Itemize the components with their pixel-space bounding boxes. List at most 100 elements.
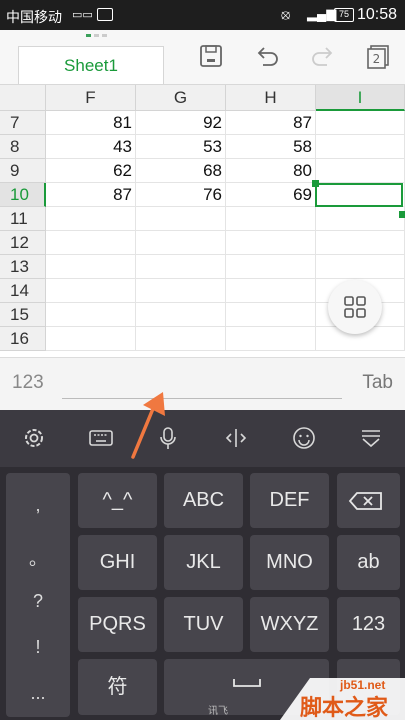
cell[interactable]: 92	[136, 111, 226, 135]
hide-keyboard-icon[interactable]	[357, 424, 385, 452]
undo-icon[interactable]	[253, 42, 281, 70]
punctuation-ellipsis[interactable]: ...	[6, 683, 70, 704]
cell[interactable]	[136, 327, 226, 351]
row-header[interactable]: 9	[0, 159, 46, 183]
key-jkl[interactable]: JKL	[164, 535, 243, 590]
sheets-count-icon[interactable]: 2	[364, 42, 392, 70]
cell[interactable]	[226, 327, 316, 351]
column-header-i[interactable]: I	[316, 85, 405, 111]
column-header-h[interactable]: H	[226, 85, 316, 111]
row-header[interactable]: 15	[0, 303, 46, 327]
cell[interactable]	[316, 111, 405, 135]
selected-cell-outline[interactable]	[315, 183, 403, 207]
key-wxyz[interactable]: WXYZ	[250, 597, 329, 652]
cell[interactable]	[316, 231, 405, 255]
signal-icon: ▂▄▆	[307, 6, 337, 21]
cell[interactable]: 68	[136, 159, 226, 183]
cell[interactable]	[226, 207, 316, 231]
punctuation-exclaim[interactable]: !	[6, 637, 70, 658]
cell[interactable]	[46, 303, 136, 327]
tab-key[interactable]: Tab	[362, 372, 393, 394]
backspace-icon	[348, 492, 382, 510]
carrier-label: 中国移动	[6, 9, 62, 25]
number-mode-toggle[interactable]: 123	[12, 372, 44, 394]
cell[interactable]: 62	[46, 159, 136, 183]
keyboard-brand-label: 讯飞	[208, 706, 228, 717]
row-header[interactable]: 14	[0, 279, 46, 303]
cell[interactable]	[226, 231, 316, 255]
cell[interactable]: 69	[226, 183, 316, 207]
row-header[interactable]: 11	[0, 207, 46, 231]
key-def[interactable]: DEF	[250, 473, 329, 528]
key-symbols[interactable]: 符	[78, 659, 157, 715]
row-header-selected[interactable]: 10	[0, 183, 46, 207]
cell[interactable]	[226, 255, 316, 279]
key-ab-switch[interactable]: ab	[337, 535, 400, 590]
cell[interactable]: 87	[46, 183, 136, 207]
cell[interactable]	[46, 279, 136, 303]
microphone-icon[interactable]	[154, 424, 182, 452]
key-tuv[interactable]: TUV	[164, 597, 243, 652]
watermark-name: 脚本之家	[300, 695, 389, 720]
key-mno[interactable]: MNO	[250, 535, 329, 590]
emoji-icon[interactable]	[290, 424, 318, 452]
cell[interactable]	[136, 303, 226, 327]
cell[interactable]: 80	[226, 159, 316, 183]
punctuation-period[interactable]: 。	[6, 545, 70, 571]
formula-input-bar: 123 Tab	[0, 357, 405, 410]
top-toolbar: Sheet1 2	[0, 30, 405, 85]
cell[interactable]	[46, 231, 136, 255]
row-header[interactable]: 13	[0, 255, 46, 279]
cell[interactable]	[316, 135, 405, 159]
cell[interactable]	[136, 279, 226, 303]
cursor-move-icon[interactable]	[222, 424, 250, 452]
keyboard-icon[interactable]	[87, 424, 115, 452]
cell[interactable]	[46, 327, 136, 351]
column-header-f[interactable]: F	[46, 85, 136, 111]
punctuation-column[interactable]: , 。 ? ! ...	[6, 473, 70, 717]
image-icon	[97, 8, 113, 21]
corner-cell[interactable]	[0, 85, 46, 111]
svg-text:2: 2	[373, 52, 381, 66]
cell[interactable]	[136, 255, 226, 279]
cell[interactable]	[226, 279, 316, 303]
settings-gear-icon[interactable]	[20, 424, 48, 452]
cell[interactable]: 87	[226, 111, 316, 135]
mute-icon: ⦻	[281, 6, 291, 22]
redo-icon[interactable]	[309, 42, 337, 70]
cell[interactable]	[316, 255, 405, 279]
cell[interactable]	[316, 159, 405, 183]
key-123-switch[interactable]: 123	[337, 597, 400, 652]
cell[interactable]	[136, 207, 226, 231]
tab-sheet1[interactable]: Sheet1	[18, 46, 164, 84]
row-header[interactable]: 12	[0, 231, 46, 255]
cell[interactable]: 58	[226, 135, 316, 159]
cell[interactable]	[136, 231, 226, 255]
key-ghi[interactable]: GHI	[78, 535, 157, 590]
punctuation-comma[interactable]: ,	[6, 495, 70, 516]
cell[interactable]: 43	[46, 135, 136, 159]
row-header[interactable]: 16	[0, 327, 46, 351]
cell[interactable]	[46, 207, 136, 231]
key-pqrs[interactable]: PQRS	[78, 597, 157, 652]
punctuation-question[interactable]: ?	[6, 591, 70, 612]
grid-icon	[344, 296, 366, 318]
input-field[interactable]	[62, 398, 342, 399]
grid-menu-button[interactable]	[328, 280, 382, 334]
cell[interactable]: 53	[136, 135, 226, 159]
cell[interactable]: 76	[136, 183, 226, 207]
backspace-button[interactable]	[337, 473, 400, 528]
row-header[interactable]: 8	[0, 135, 46, 159]
key-abc[interactable]: ABC	[164, 473, 243, 528]
selection-handle-top[interactable]	[312, 180, 319, 187]
status-bar: 中国移动 ▭▭ ⦻ ▂▄▆ 75 10:58	[0, 0, 405, 30]
cell[interactable]: 81	[46, 111, 136, 135]
row-header[interactable]: 7	[0, 111, 46, 135]
key-emoticon[interactable]: ^_^	[78, 473, 157, 528]
cell[interactable]	[226, 303, 316, 327]
cell[interactable]	[316, 207, 405, 231]
cell[interactable]	[46, 255, 136, 279]
save-icon[interactable]	[197, 42, 225, 70]
selection-handle-bottom[interactable]	[399, 211, 405, 218]
column-header-g[interactable]: G	[136, 85, 226, 111]
